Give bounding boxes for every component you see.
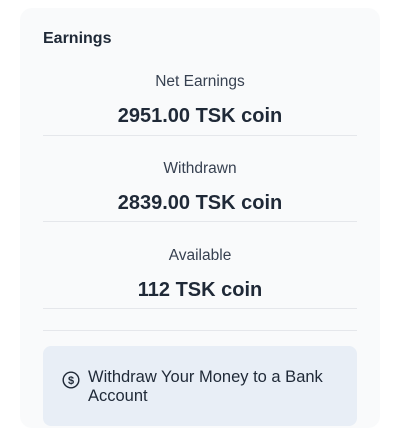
stat-label: Net Earnings — [155, 73, 245, 90]
stat-value: 2839.00 TSK coin — [117, 192, 283, 214]
withdraw-to-bank-button[interactable]: $ Withdraw Your Money to a Bank Account — [43, 346, 357, 426]
svg-text:$: $ — [68, 375, 74, 387]
withdraw-label: Withdraw Your Money to a Bank Account — [88, 368, 323, 405]
divider — [43, 135, 357, 136]
earnings-card: Earnings Net Earnings 2951.00 TSK coin W… — [20, 8, 380, 428]
stat-label: Available — [168, 247, 232, 264]
divider — [43, 330, 357, 331]
stat-net-earnings: Net Earnings 2951.00 TSK coin — [43, 72, 357, 128]
stat-value: 112 TSK coin — [137, 279, 263, 301]
dollar-circle-icon: $ — [62, 371, 80, 389]
stat-withdrawn: Withdrawn 2839.00 TSK coin — [43, 159, 357, 215]
divider — [43, 221, 357, 222]
divider — [43, 308, 357, 309]
card-title: Earnings — [43, 30, 112, 47]
stat-available: Available 112 TSK coin — [43, 246, 357, 302]
stat-value: 2951.00 TSK coin — [117, 105, 283, 127]
stat-label: Withdrawn — [163, 160, 237, 177]
